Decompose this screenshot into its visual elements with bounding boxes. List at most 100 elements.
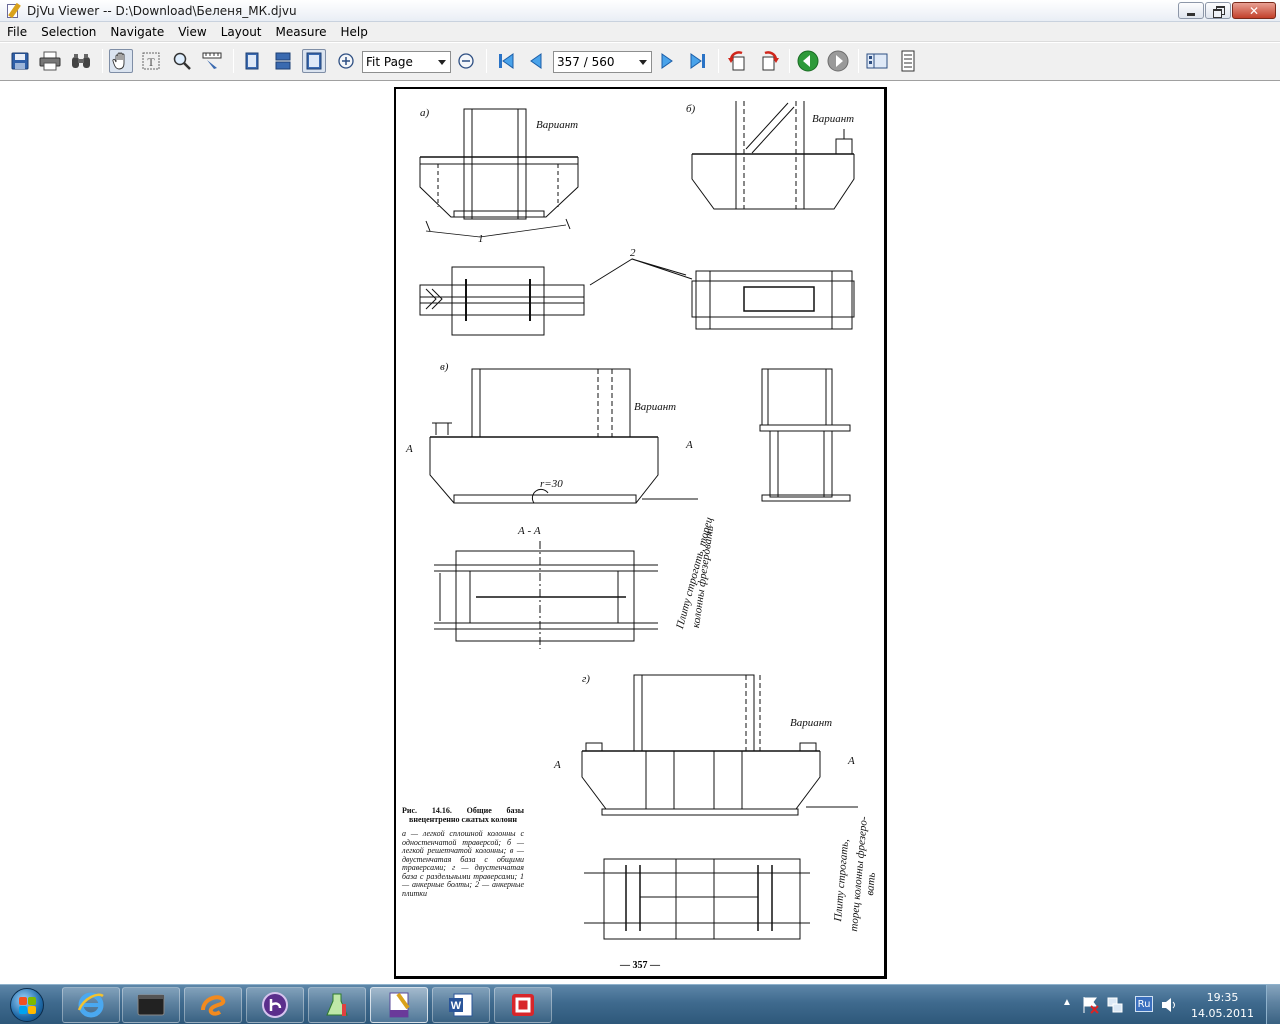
clock-date: 14.05.2011 [1191, 1007, 1254, 1020]
single-page-icon [245, 52, 259, 70]
document-outline-icon [901, 50, 915, 72]
zoom-value: Fit Page [366, 55, 413, 69]
show-desktop-button[interactable] [1266, 985, 1280, 1024]
zoom-tool-button[interactable] [170, 49, 194, 73]
ruler-icon [202, 52, 222, 69]
volume-icon[interactable] [1160, 996, 1178, 1014]
sidebar-toggle-button[interactable] [865, 49, 889, 73]
save-button[interactable] [8, 49, 32, 73]
language-indicator[interactable]: Ru [1135, 996, 1153, 1012]
fit-page-icon [306, 52, 322, 70]
minimize-icon [1187, 12, 1195, 16]
minimize-button[interactable] [1178, 2, 1204, 19]
label-g: г) [582, 673, 590, 685]
drawing-g [581, 674, 858, 940]
system-clock[interactable]: 19:35 14.05.2011 [1191, 990, 1254, 1022]
menu-measure[interactable]: Measure [269, 25, 334, 39]
text-select-icon: T [142, 52, 160, 70]
chevron-down-icon [438, 60, 446, 65]
section-mark-a3: А [554, 759, 561, 771]
back-button[interactable] [796, 49, 820, 73]
taskbar-tools[interactable] [308, 987, 366, 1023]
console-icon [137, 994, 165, 1016]
zoom-in-icon [338, 53, 354, 69]
djvu-icon [389, 992, 410, 1018]
next-page-button[interactable] [655, 49, 679, 73]
drawing-v [429, 368, 851, 504]
show-hidden-icons-icon[interactable]: ▲ [1062, 997, 1072, 1008]
label-variant-v: Вариант [634, 401, 677, 413]
binoculars-icon [72, 54, 90, 68]
menu-bar: File Selection Navigate View Layout Meas… [0, 22, 1280, 42]
last-page-icon [690, 53, 705, 69]
taskbar-word[interactable]: W [432, 987, 490, 1023]
svg-text:T: T [147, 55, 155, 69]
rotate-right-button[interactable] [757, 49, 781, 73]
djvu-app-icon [5, 2, 21, 19]
back-arrow-icon [797, 50, 819, 72]
hand-icon [112, 52, 125, 70]
taskbar-djvu-viewer[interactable] [370, 987, 428, 1023]
zoom-in-button[interactable] [334, 49, 358, 73]
red-app-icon [512, 994, 534, 1016]
magnifier-icon [173, 52, 191, 70]
continuous-page-button[interactable] [271, 49, 295, 73]
taskbar-red-app[interactable] [494, 987, 552, 1023]
start-button[interactable] [4, 986, 50, 1024]
menu-view[interactable]: View [171, 25, 213, 39]
last-page-button[interactable] [686, 49, 710, 73]
windows-logo-icon [10, 988, 44, 1022]
page-select[interactable]: 357 / 560 [553, 51, 652, 73]
rotate-left-button[interactable] [726, 49, 750, 73]
document-viewer[interactable]: а) Вариант 1 б) Вариант 2 в) Вариант А А… [0, 82, 1280, 983]
taskbar-terminal[interactable] [122, 987, 180, 1023]
first-page-button[interactable] [494, 49, 518, 73]
menu-selection[interactable]: Selection [34, 25, 103, 39]
close-button[interactable]: ✕ [1232, 2, 1276, 19]
previous-page-button[interactable] [524, 49, 548, 73]
flask-icon [326, 993, 348, 1016]
label-a: а) [420, 107, 430, 119]
zoom-select[interactable]: Fit Page [362, 51, 451, 73]
figure-caption: Рис. 14.16. Общие базы внецентренно сжат… [402, 806, 524, 898]
svg-text:W: W [451, 1000, 462, 1012]
note-g-line3: вать [864, 871, 878, 897]
window-title: DjVu Viewer -- D:\Download\Беленя_МК.djv… [27, 3, 297, 18]
forward-button[interactable] [826, 49, 850, 73]
callout-2: 2 [630, 247, 636, 259]
action-center-icon[interactable] [1082, 996, 1100, 1014]
bookmarks-button[interactable] [896, 49, 920, 73]
section-a-a [434, 541, 658, 649]
document-page: а) Вариант 1 б) Вариант 2 в) Вариант А А… [394, 87, 887, 979]
restore-button[interactable] [1205, 2, 1231, 19]
system-tray: ▲ Ru 19:35 14.05.2011 [1060, 985, 1280, 1024]
page-value: 357 / 560 [557, 55, 615, 69]
menu-help[interactable]: Help [334, 25, 375, 39]
clock-time: 19:35 [1206, 991, 1239, 1004]
rotate-right-icon [762, 51, 779, 71]
close-icon: ✕ [1248, 3, 1260, 18]
toolbar: T Fit Page 357 / 560 [0, 43, 1280, 81]
ruler-tool-button[interactable] [200, 49, 224, 73]
find-button[interactable] [69, 49, 93, 73]
taskbar-app-orange[interactable] [184, 987, 242, 1023]
hand-tool-button[interactable] [109, 49, 133, 73]
radius-label: r=30 [540, 478, 563, 490]
zoom-out-icon [458, 53, 474, 69]
taskbar-internet-explorer[interactable] [62, 987, 120, 1023]
fit-page-mode-button[interactable] [302, 49, 326, 73]
single-page-button[interactable] [240, 49, 264, 73]
network-icon[interactable] [1106, 996, 1124, 1014]
taskbar: W ▲ Ru 19:35 14.05.2011 [0, 984, 1280, 1024]
menu-navigate[interactable]: Navigate [103, 25, 171, 39]
print-button[interactable] [38, 49, 62, 73]
label-v: в) [440, 361, 449, 373]
save-icon [11, 52, 29, 70]
text-select-button[interactable]: T [139, 49, 163, 73]
menu-file[interactable]: File [0, 25, 34, 39]
zoom-out-button[interactable] [454, 49, 478, 73]
section-mark-a4: А [848, 755, 855, 767]
taskbar-torrent[interactable] [246, 987, 304, 1023]
continuous-page-icon [275, 52, 291, 70]
menu-layout[interactable]: Layout [214, 25, 269, 39]
